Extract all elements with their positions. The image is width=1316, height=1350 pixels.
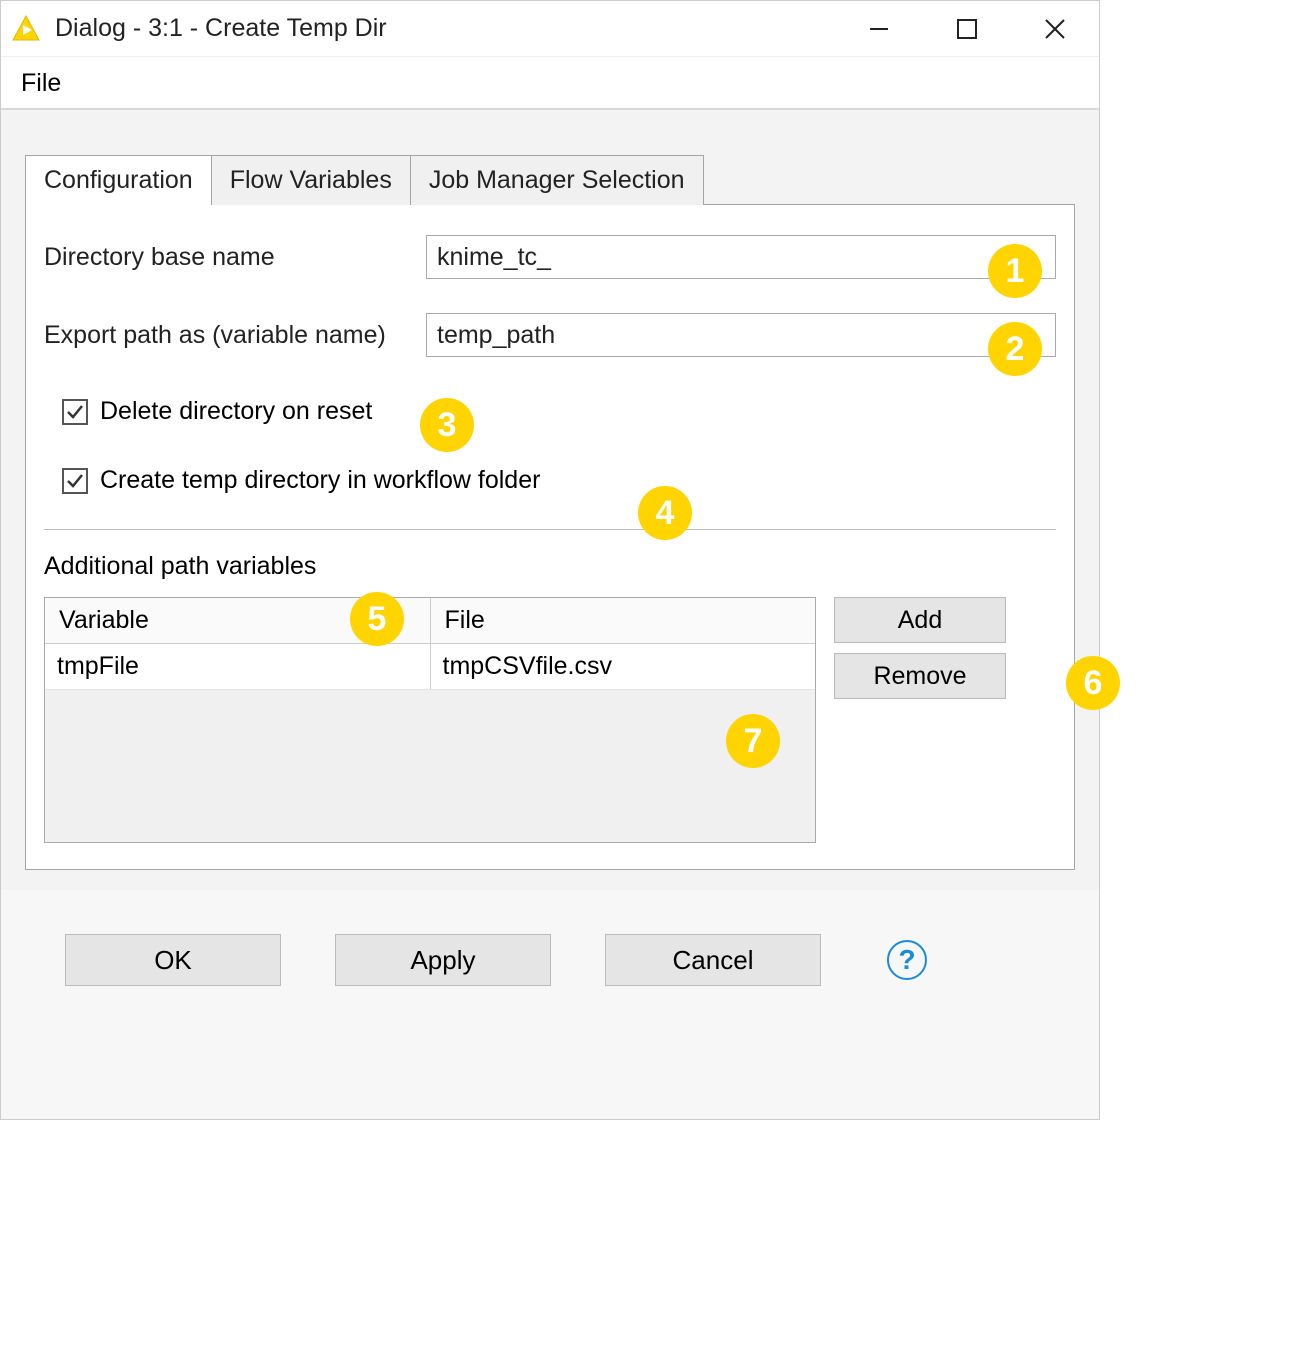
app-icon: [9, 12, 43, 46]
menu-file[interactable]: File: [21, 69, 61, 97]
footer-buttons: OK Apply Cancel ?: [1, 890, 1099, 1010]
tab-job-manager-selection[interactable]: Job Manager Selection: [410, 155, 704, 205]
cell-file[interactable]: tmpCSVfile.csv: [431, 644, 816, 689]
cell-variable[interactable]: tmpFile: [45, 644, 431, 689]
delete-on-reset-label: Delete directory on reset: [100, 397, 372, 426]
annotation-badge-6: 6: [1066, 656, 1120, 710]
tab-bar: Configuration Flow Variables Job Manager…: [25, 134, 1075, 205]
delete-on-reset-row: Delete directory on reset: [26, 377, 1074, 446]
annotation-badge-2: 2: [988, 322, 1042, 376]
window-title: Dialog - 3:1 - Create Temp Dir: [55, 14, 859, 43]
table-side-buttons: Add Remove: [834, 597, 1006, 843]
variables-table[interactable]: Variable File tmpFile tmpCSVfile.csv: [44, 597, 816, 843]
table-header: Variable File: [45, 598, 815, 644]
annotation-badge-5: 5: [350, 592, 404, 646]
dialog-window: Dialog - 3:1 - Create Temp Dir File Conf…: [0, 0, 1100, 1120]
directory-base-name-input[interactable]: [426, 235, 1056, 279]
additional-path-variables-label: Additional path variables: [26, 544, 1074, 589]
create-in-workflow-checkbox[interactable]: [62, 468, 88, 494]
configuration-panel: Directory base name Export path as (vari…: [25, 205, 1075, 870]
create-in-workflow-row: Create temp directory in workflow folder: [26, 446, 1074, 515]
tab-configuration[interactable]: Configuration: [25, 155, 212, 205]
title-bar: Dialog - 3:1 - Create Temp Dir: [1, 1, 1099, 57]
annotation-badge-4: 4: [638, 486, 692, 540]
window-controls: [859, 9, 1075, 49]
menu-bar: File: [1, 57, 1099, 110]
export-path-label: Export path as (variable name): [44, 321, 414, 350]
delete-on-reset-checkbox[interactable]: [62, 399, 88, 425]
column-header-file[interactable]: File: [431, 598, 816, 643]
create-in-workflow-label: Create temp directory in workflow folder: [100, 466, 540, 495]
add-button[interactable]: Add: [834, 597, 1006, 643]
annotation-badge-3: 3: [420, 398, 474, 452]
annotation-badge-1: 1: [988, 244, 1042, 298]
ok-button[interactable]: OK: [65, 934, 281, 986]
annotation-badge-7: 7: [726, 714, 780, 768]
maximize-button[interactable]: [947, 9, 987, 49]
help-icon[interactable]: ?: [887, 940, 927, 980]
content-area: Configuration Flow Variables Job Manager…: [1, 110, 1099, 890]
apply-button[interactable]: Apply: [335, 934, 551, 986]
cancel-button[interactable]: Cancel: [605, 934, 821, 986]
tab-flow-variables[interactable]: Flow Variables: [211, 155, 411, 205]
export-path-input[interactable]: [426, 313, 1056, 357]
table-row[interactable]: tmpFile tmpCSVfile.csv: [45, 644, 815, 690]
directory-base-name-label: Directory base name: [44, 243, 414, 272]
minimize-button[interactable]: [859, 9, 899, 49]
close-button[interactable]: [1035, 9, 1075, 49]
remove-button[interactable]: Remove: [834, 653, 1006, 699]
divider: [44, 529, 1056, 530]
